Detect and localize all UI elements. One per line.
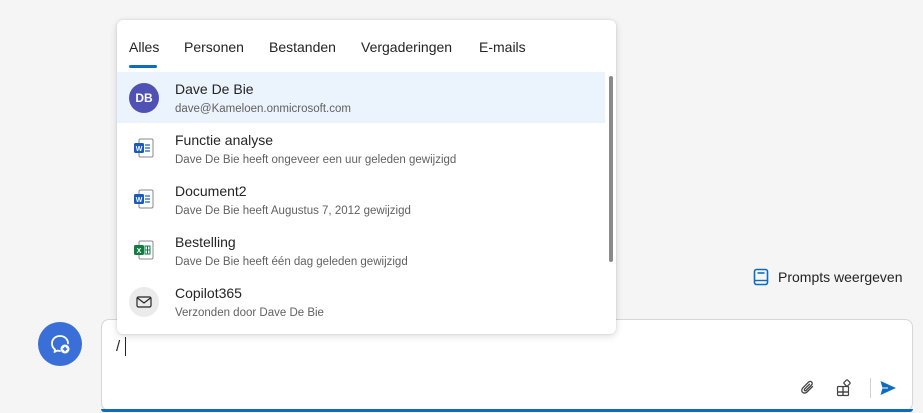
view-prompts-button[interactable]: Prompts weergeven (752, 266, 903, 288)
avatar: DB (129, 83, 159, 113)
results-list: DB Dave De Bie dave@Kameloen.onmicrosoft… (117, 72, 605, 334)
result-row-email[interactable]: Copilot365 Verzonden door Dave De Bie (117, 276, 605, 327)
result-title: Bestelling (175, 234, 236, 250)
result-title: Functie analyse (175, 132, 274, 148)
word-icon: W (134, 138, 154, 158)
result-row-file[interactable]: X Bestelling Dave De Bie heeft één dag g… (117, 225, 605, 276)
tab-bestanden[interactable]: Bestanden (269, 39, 336, 55)
send-button[interactable] (878, 378, 898, 398)
apps-grid-icon (836, 379, 851, 397)
result-subtitle: dave@Kameloen.onmicrosoft.com (175, 103, 351, 115)
text-caret (125, 337, 126, 356)
prompts-book-icon (753, 268, 769, 286)
result-row-file[interactable]: W Document2 Dave De Bie heeft Augustus 7… (117, 174, 605, 225)
attach-button[interactable] (798, 378, 818, 398)
result-subtitle: Verzonden door Dave De Bie (175, 307, 324, 319)
new-chat-button[interactable] (38, 322, 82, 366)
toolbar-divider (870, 378, 871, 398)
result-title: Document2 (175, 183, 247, 199)
result-title: Dave De Bie (175, 81, 254, 97)
chat-add-icon (51, 335, 70, 354)
message-input[interactable]: / (116, 338, 120, 355)
active-tab-indicator (129, 65, 157, 68)
word-icon: W (134, 189, 154, 209)
view-prompts-label: Prompts weergeven (778, 269, 903, 285)
result-subtitle: Dave De Bie heeft Augustus 7, 2012 gewij… (175, 205, 411, 217)
result-subtitle: Dave De Bie heeft één dag geleden gewijz… (175, 256, 408, 268)
svg-text:W: W (136, 146, 143, 153)
tab-vergaderingen[interactable]: Vergaderingen (361, 39, 452, 55)
svg-text:X: X (137, 248, 142, 255)
apps-button[interactable] (834, 378, 854, 398)
send-icon (880, 381, 896, 395)
mention-picker-popup: Alles Personen Bestanden Vergaderingen E… (117, 20, 616, 334)
tab-e-mails[interactable]: E-mails (479, 39, 526, 55)
result-subtitle: Dave De Bie heeft ongeveer een uur geled… (175, 154, 457, 166)
result-row-person[interactable]: DB Dave De Bie dave@Kameloen.onmicrosoft… (117, 72, 605, 123)
filter-tabs: Alles Personen Bestanden Vergaderingen E… (117, 20, 616, 72)
result-title: Copilot365 (175, 285, 242, 301)
paperclip-icon (801, 380, 814, 394)
svg-text:W: W (136, 197, 143, 204)
mail-icon (129, 287, 159, 317)
tab-alles[interactable]: Alles (129, 39, 159, 55)
result-row-file[interactable]: W Functie analyse Dave De Bie heeft onge… (117, 123, 605, 174)
tab-personen[interactable]: Personen (184, 39, 244, 55)
scrollbar-thumb[interactable] (609, 76, 613, 262)
excel-icon: X (134, 240, 154, 260)
composer-focus-underline (101, 409, 913, 412)
